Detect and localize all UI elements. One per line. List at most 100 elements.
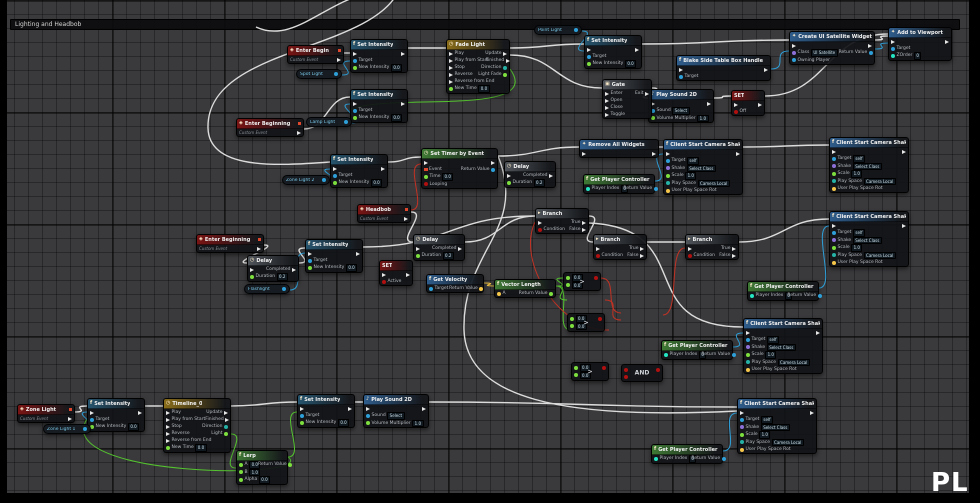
- pin-value-field[interactable]: 1.0: [765, 351, 777, 359]
- pin-bool[interactable]: [594, 275, 598, 280]
- pin-value-field[interactable]: 0.0: [195, 444, 207, 452]
- pin-exec[interactable]: [308, 251, 312, 256]
- pin-value-field[interactable]: Camera Local: [697, 179, 730, 187]
- pin-light[interactable]: Light: [211, 431, 228, 436]
- node-set-headbob-active[interactable]: SET Active: [379, 260, 413, 286]
- node-var-flashlight[interactable]: Flashlight: [244, 284, 290, 294]
- pin-value-field[interactable]: 0.0: [571, 281, 583, 289]
- pin-return-value[interactable]: Return Value: [691, 456, 726, 461]
- pin-true[interactable]: True: [571, 220, 586, 225]
- pin-value-field[interactable]: Select: [387, 412, 405, 420]
- node-get-player-controller-1[interactable]: f Get Player Controller Player Index 0 Retur…: [583, 174, 658, 194]
- pin-exec[interactable]: [381, 166, 385, 171]
- pin-exec[interactable]: [816, 330, 820, 335]
- node-var-point-light[interactable]: Point Light: [534, 25, 582, 35]
- pin-value-field[interactable]: Select Class: [760, 423, 790, 431]
- pin-new-intensity[interactable]: New Intensity 0.0: [308, 264, 358, 272]
- pin-return-value[interactable]: Return Value: [623, 186, 658, 191]
- pin-sound[interactable]: Sound Select: [366, 412, 405, 420]
- pin-value-field[interactable]: 1.0: [851, 244, 863, 252]
- pin-reverse-from-end[interactable]: Reverse from End: [166, 438, 211, 443]
- node-set-intensity-5[interactable]: f Set Intensity Target New Intensity 0.0: [305, 239, 363, 273]
- pin-scale[interactable]: Scale 1.0: [666, 172, 697, 180]
- pin-target[interactable]: Target: [300, 413, 319, 418]
- pin-exec[interactable]: [491, 160, 495, 165]
- pin-exec[interactable]: [424, 160, 428, 165]
- pin-a[interactable]: A: [497, 291, 506, 296]
- pin-alpha[interactable]: Alpha 0.0: [239, 476, 271, 484]
- pin-value-field[interactable]: Camera Local: [771, 438, 804, 446]
- pin-new-intensity[interactable]: New Intensity 0.0: [353, 114, 403, 122]
- pin-exec[interactable]: [366, 406, 370, 411]
- pin-value-field[interactable]: self: [852, 155, 865, 163]
- pin-play-space[interactable]: Play Space Camera Local: [740, 438, 804, 446]
- pin-new-intensity[interactable]: New Intensity 0.0: [353, 64, 403, 72]
- pin-exec[interactable]: [348, 406, 352, 411]
- pin-target[interactable]: Target: [308, 258, 327, 263]
- pin-obj[interactable]: [322, 178, 326, 182]
- pin-target[interactable]: Target self: [666, 157, 699, 165]
- pin-value-field[interactable]: 0.0: [127, 423, 140, 431]
- pin-false[interactable]: False: [719, 253, 736, 258]
- pin-exec[interactable]: [810, 410, 814, 415]
- pin-value-field[interactable]: 1.0: [412, 419, 424, 427]
- pin-float[interactable]: 0.0: [574, 371, 591, 379]
- node-get-player-controller-2[interactable]: f Get Player Controller Player Index 0 Retur…: [747, 281, 822, 301]
- pin-value-field[interactable]: Select: [672, 107, 690, 115]
- pin-condition[interactable]: Condition: [538, 227, 565, 232]
- pin-return-value[interactable]: Return Value: [461, 167, 495, 172]
- pin-value-field[interactable]: self: [766, 336, 779, 344]
- pin-exec[interactable]: [257, 246, 261, 251]
- pin-obj[interactable]: [574, 28, 578, 32]
- pin-exec[interactable]: [792, 43, 796, 48]
- pin-exec[interactable]: [138, 410, 142, 415]
- pin-shake[interactable]: Shake Select Class: [746, 343, 796, 351]
- pin-value-field[interactable]: Camera Local: [777, 358, 810, 366]
- pin-exec[interactable]: [422, 406, 426, 411]
- pin-value-field[interactable]: 0.0: [571, 274, 583, 282]
- pin-exec[interactable]: [902, 149, 906, 154]
- node-camera-shake-2[interactable]: f Client Start Camera Shake Target self Shak…: [829, 137, 909, 193]
- node-delay-1[interactable]: ◷ Delay Completed Duration 0.2: [504, 161, 556, 188]
- pin-true[interactable]: True: [629, 246, 644, 251]
- pin-reverse[interactable]: Reverse: [166, 431, 190, 436]
- node-set-intensity-4[interactable]: f Set Intensity Target New Intensity 0.0: [330, 154, 388, 188]
- pin-player-index[interactable]: Player Index 0: [586, 185, 629, 193]
- pin-target[interactable]: Target self: [832, 155, 865, 163]
- pin-value-field[interactable]: 0.0: [337, 419, 350, 427]
- pin-user-play-space-rot[interactable]: User Play Space Rot: [740, 447, 791, 452]
- pin-value-field[interactable]: 1.0: [697, 114, 709, 122]
- node-timeline-0[interactable]: ◷ Timeline_0 Play Update Play from Start Fini…: [163, 398, 231, 453]
- node-camera-shake-1[interactable]: f Client Start Camera Shake Target self Shak…: [663, 139, 743, 195]
- node-var-zone-light-1[interactable]: Zone Light 1: [43, 424, 91, 434]
- node-compare-2[interactable]: >0.0 0.0: [567, 313, 605, 332]
- node-camera-shake-5[interactable]: f Client Start Camera Shake Target self Shak…: [737, 398, 817, 454]
- pin-bool[interactable]: [602, 365, 606, 370]
- pin-play-space[interactable]: Play Space Camera Local: [666, 179, 730, 187]
- node-and-gate[interactable]: AND: [621, 364, 663, 382]
- pin-play[interactable]: Play: [449, 51, 464, 56]
- pin-value-field[interactable]: 0.0: [390, 114, 403, 122]
- pin-float[interactable]: 0.0: [570, 315, 587, 323]
- pin-target[interactable]: Target self: [740, 416, 773, 424]
- node-get-velocity[interactable]: f Get Velocity Target Return Value: [426, 274, 484, 293]
- pin-value-field[interactable]: self: [760, 416, 773, 424]
- pin-float[interactable]: 0.0: [566, 281, 583, 289]
- pin-value-field[interactable]: self: [852, 229, 865, 237]
- pin-exec[interactable]: [538, 220, 542, 225]
- pin-stop[interactable]: Stop: [449, 65, 465, 70]
- pin-target[interactable]: Target: [587, 54, 606, 59]
- pin-value-field[interactable]: 0.0: [579, 364, 591, 372]
- node-var-spot-light[interactable]: Spot Light: [296, 69, 342, 79]
- pin-value-field[interactable]: Camera Local: [863, 251, 896, 259]
- pin-exec[interactable]: [297, 130, 301, 135]
- blueprint-canvas[interactable]: Lighting and Headbob ◈ Enter Begin Custom …: [0, 0, 980, 503]
- pin-return-value[interactable]: Return Value: [839, 50, 873, 55]
- node-fade-light-timeline[interactable]: ◷ Fade Light Play Update Play from Start Fini…: [446, 39, 510, 94]
- pin-return-value[interactable]: Return Value: [519, 291, 553, 296]
- pin-user-play-space-rot[interactable]: User Play Space Rot: [746, 367, 797, 372]
- pin-target[interactable]: Target: [429, 286, 448, 291]
- pin-exec[interactable]: [945, 39, 949, 44]
- pin-exec[interactable]: [382, 272, 386, 277]
- pin-finished[interactable]: Finished: [486, 58, 510, 63]
